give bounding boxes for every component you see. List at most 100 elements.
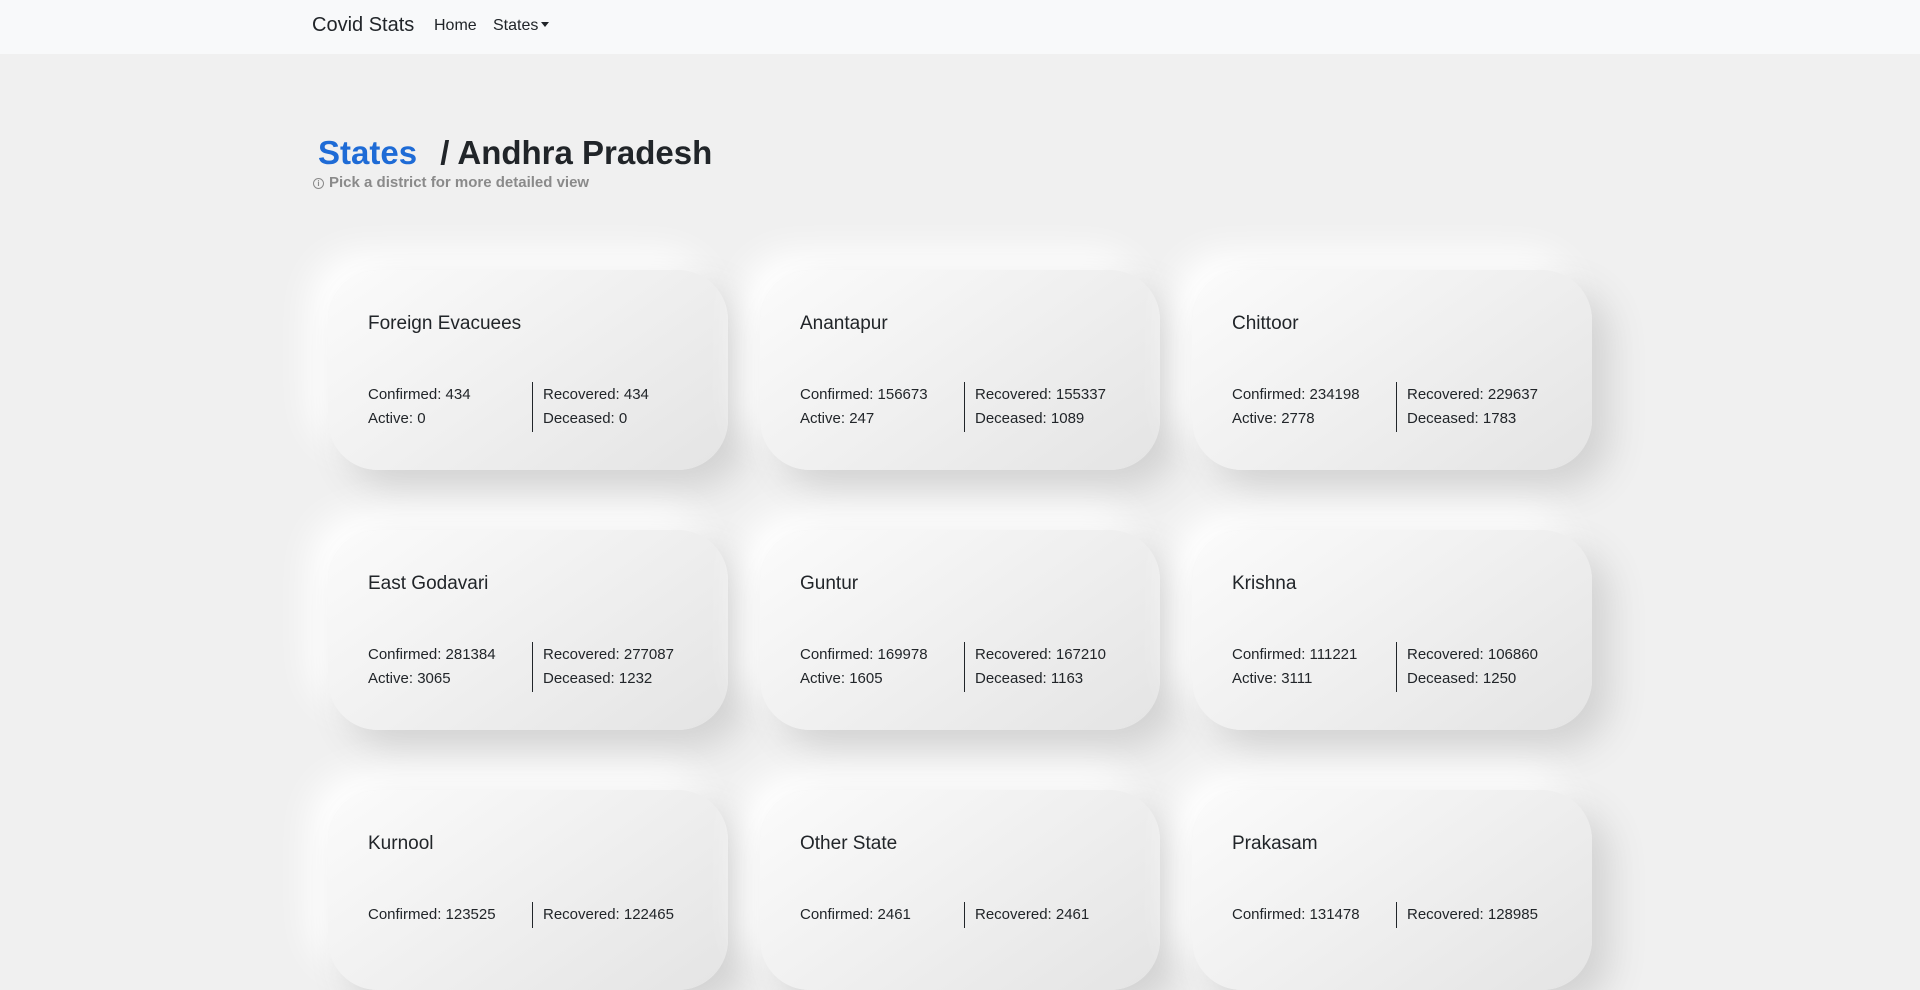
stat-active-label: Active: <box>800 410 850 427</box>
stat-deceased: Deceased: 1232 <box>543 667 674 691</box>
district-stats: Confirmed: 234198 Active: 2778 Recovered… <box>1232 382 1538 432</box>
page-title: States / Andhra Pradesh <box>318 134 712 172</box>
stat-confirmed-value: 111221 <box>1309 646 1358 663</box>
stat-recovered-label: Recovered: <box>543 386 624 403</box>
stat-active-label: Active: <box>1232 410 1282 427</box>
stat-confirmed-label: Confirmed: <box>1232 906 1310 923</box>
stat-deceased: Deceased: 1089 <box>975 407 1106 431</box>
stat-recovered: Recovered: 2461 <box>975 903 1089 927</box>
district-stats: Confirmed: 156673 Active: 247 Recovered:… <box>800 382 1106 432</box>
stat-active-value: 3065 <box>417 670 451 687</box>
stats-right-column: Recovered: 277087 Deceased: 1232 <box>533 642 674 692</box>
stat-confirmed-label: Confirmed: <box>368 386 446 403</box>
stat-confirmed-label: Confirmed: <box>1232 386 1310 403</box>
stat-recovered-label: Recovered: <box>1407 646 1488 663</box>
stat-confirmed: Confirmed: 111221 <box>1232 643 1396 667</box>
district-stats: Confirmed: 131478 Recovered: 128985 <box>1232 902 1538 928</box>
district-name: Chittoor <box>1232 313 1299 334</box>
district-name: Kurnool <box>368 833 434 854</box>
stat-confirmed: Confirmed: 234198 <box>1232 383 1396 407</box>
stat-confirmed-label: Confirmed: <box>800 906 878 923</box>
stats-left-column: Confirmed: 234198 Active: 2778 <box>1232 382 1397 432</box>
navbar: Covid Stats Home States <box>0 0 1920 54</box>
district-stats: Confirmed: 123525 Recovered: 122465 <box>368 902 674 928</box>
district-card[interactable]: Prakasam Confirmed: 131478 Recovered: 12… <box>1192 790 1592 990</box>
breadcrumb-states-link[interactable]: States <box>318 134 417 171</box>
district-stats: Confirmed: 281384 Active: 3065 Recovered… <box>368 642 674 692</box>
stat-active: Active: 0 <box>368 407 532 431</box>
district-card[interactable]: Anantapur Confirmed: 156673 Active: 247 … <box>760 270 1160 470</box>
stats-right-column: Recovered: 128985 <box>1397 902 1538 928</box>
stat-confirmed-value: 156673 <box>877 386 928 403</box>
hint-text: i Pick a district for more detailed view <box>313 174 589 191</box>
stat-active: Active: 247 <box>800 407 964 431</box>
stat-recovered-value: 434 <box>623 386 649 403</box>
stat-deceased-label: Deceased: <box>1407 670 1483 687</box>
stats-left-column: Confirmed: 156673 Active: 247 <box>800 382 965 432</box>
caret-down-icon <box>541 22 550 27</box>
district-card[interactable]: East Godavari Confirmed: 281384 Active: … <box>328 530 728 730</box>
stat-deceased: Deceased: 1783 <box>1407 407 1538 431</box>
nav-home-link[interactable]: Home <box>434 17 477 35</box>
stat-deceased-value: 1232 <box>618 670 653 687</box>
stat-active-label: Active: <box>368 670 418 687</box>
stat-recovered-label: Recovered: <box>543 646 624 663</box>
district-card[interactable]: Krishna Confirmed: 111221 Active: 3111 R… <box>1192 530 1592 730</box>
nav-states-label: States <box>493 17 539 34</box>
stat-confirmed: Confirmed: 281384 <box>368 643 532 667</box>
stat-confirmed: Confirmed: 434 <box>368 383 532 407</box>
stat-deceased-label: Deceased: <box>975 670 1051 687</box>
info-icon: i <box>313 178 324 189</box>
stat-recovered-label: Recovered: <box>975 906 1056 923</box>
stat-recovered-value: 277087 <box>623 646 674 663</box>
district-stats: Confirmed: 2461 Recovered: 2461 <box>800 902 1089 928</box>
district-stats: Confirmed: 434 Active: 0 Recovered: 434 … <box>368 382 649 432</box>
stat-confirmed-label: Confirmed: <box>368 906 446 923</box>
district-card[interactable]: Guntur Confirmed: 169978 Active: 1605 Re… <box>760 530 1160 730</box>
stat-confirmed-label: Confirmed: <box>800 386 878 403</box>
stat-recovered-value: 167210 <box>1055 646 1106 663</box>
stat-deceased-label: Deceased: <box>1407 410 1483 427</box>
stats-left-column: Confirmed: 111221 Active: 3111 <box>1232 642 1397 692</box>
stat-active: Active: 3111 <box>1232 667 1396 691</box>
stat-recovered-label: Recovered: <box>975 646 1056 663</box>
district-stats: Confirmed: 169978 Active: 1605 Recovered… <box>800 642 1106 692</box>
stat-recovered-value: 106860 <box>1487 646 1538 663</box>
stat-confirmed-value: 2461 <box>877 906 911 923</box>
stats-right-column: Recovered: 434 Deceased: 0 <box>533 382 649 432</box>
stat-deceased-value: 1250 <box>1482 670 1517 687</box>
stats-right-column: Recovered: 167210 Deceased: 1163 <box>965 642 1106 692</box>
nav-states-dropdown[interactable]: States <box>493 17 550 35</box>
stat-recovered-label: Recovered: <box>975 386 1056 403</box>
stat-deceased-label: Deceased: <box>543 670 619 687</box>
stat-recovered-value: 229637 <box>1487 386 1538 403</box>
stat-recovered: Recovered: 229637 <box>1407 383 1538 407</box>
stat-deceased-value: 1089 <box>1050 410 1085 427</box>
stats-left-column: Confirmed: 281384 Active: 3065 <box>368 642 533 692</box>
stat-recovered-value: 155337 <box>1055 386 1106 403</box>
stat-confirmed-value: 169978 <box>877 646 928 663</box>
district-card[interactable]: Chittoor Confirmed: 234198 Active: 2778 … <box>1192 270 1592 470</box>
stat-deceased: Deceased: 1163 <box>975 667 1106 691</box>
stat-recovered-value: 128985 <box>1487 906 1538 923</box>
district-name: Anantapur <box>800 313 888 334</box>
stat-deceased-label: Deceased: <box>543 410 619 427</box>
stats-right-column: Recovered: 106860 Deceased: 1250 <box>1397 642 1538 692</box>
stat-recovered: Recovered: 434 <box>543 383 649 407</box>
stat-confirmed: Confirmed: 156673 <box>800 383 964 407</box>
district-card[interactable]: Kurnool Confirmed: 123525 Recovered: 122… <box>328 790 728 990</box>
district-name: East Godavari <box>368 573 489 594</box>
stats-right-column: Recovered: 229637 Deceased: 1783 <box>1397 382 1538 432</box>
stat-confirmed: Confirmed: 123525 <box>368 903 532 927</box>
stat-recovered-label: Recovered: <box>1407 906 1488 923</box>
district-name: Foreign Evacuees <box>368 313 522 334</box>
stat-recovered-value: 2461 <box>1055 906 1090 923</box>
stat-confirmed-value: 434 <box>445 386 471 403</box>
district-card[interactable]: Other State Confirmed: 2461 Recovered: 2… <box>760 790 1160 990</box>
navbar-brand[interactable]: Covid Stats <box>312 14 414 37</box>
stat-confirmed-label: Confirmed: <box>368 646 446 663</box>
state-name: Andhra Pradesh <box>457 134 713 171</box>
district-card[interactable]: Foreign Evacuees Confirmed: 434 Active: … <box>328 270 728 470</box>
stat-recovered-label: Recovered: <box>1407 386 1488 403</box>
district-name: Guntur <box>800 573 859 594</box>
